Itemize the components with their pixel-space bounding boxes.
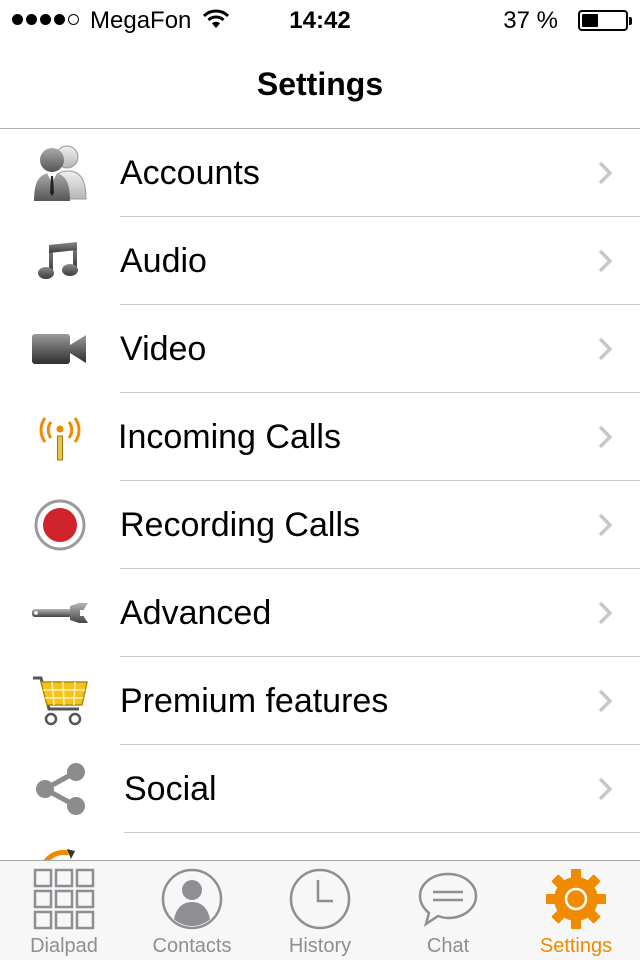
chevron-right-icon	[598, 337, 613, 366]
tab-label: History	[288, 935, 352, 957]
settings-item-label: Recording Calls	[120, 506, 360, 544]
chevron-right-icon	[598, 601, 613, 630]
video-camera-icon	[22, 319, 98, 379]
settings-item-audio[interactable]: Audio	[0, 217, 640, 305]
history-clock-icon	[287, 867, 353, 931]
settings-item-accounts[interactable]: Accounts	[0, 129, 640, 217]
settings-item-video[interactable]: Video	[0, 305, 640, 393]
chat-bubble-icon	[415, 867, 481, 931]
tab-dialpad[interactable]: Dialpad	[0, 861, 128, 960]
tab-history[interactable]: History	[256, 861, 384, 960]
music-note-icon	[22, 231, 98, 291]
settings-item-partial[interactable]	[0, 833, 640, 860]
tab-label: Chat	[426, 935, 470, 957]
settings-item-label: Video	[120, 330, 207, 368]
settings-item-label: Premium features	[120, 682, 389, 720]
accounts-icon	[22, 143, 98, 203]
chevron-right-icon	[598, 161, 613, 190]
settings-item-label: Social	[124, 770, 217, 808]
chevron-right-icon	[598, 425, 613, 454]
wrench-icon	[22, 583, 98, 643]
tab-label: Settings	[539, 935, 613, 957]
settings-item-recording-calls[interactable]: Recording Calls	[0, 481, 640, 569]
tab-settings[interactable]: Settings	[512, 861, 640, 960]
settings-list[interactable]: Accounts Audio Video Incoming Calls Reco…	[0, 129, 640, 860]
record-icon	[22, 495, 98, 555]
settings-item-social[interactable]: Social	[0, 745, 640, 833]
status-bar: MegaFon 14:42 37 %	[0, 0, 640, 40]
partial-row-icon	[22, 847, 98, 860]
share-icon	[22, 759, 98, 819]
settings-item-incoming-calls[interactable]: Incoming Calls	[0, 393, 640, 481]
settings-item-advanced[interactable]: Advanced	[0, 569, 640, 657]
tab-label: Contacts	[152, 935, 232, 957]
tab-label: Dialpad	[30, 935, 98, 957]
tab-contacts[interactable]: Contacts	[128, 861, 256, 960]
page-title: Settings	[256, 66, 384, 102]
dialpad-icon	[31, 867, 97, 931]
settings-item-label: Advanced	[120, 594, 272, 632]
tab-chat[interactable]: Chat	[384, 861, 512, 960]
antenna-icon	[22, 407, 98, 467]
cart-icon	[22, 671, 98, 731]
settings-item-label: Accounts	[120, 154, 260, 192]
settings-item-premium-features[interactable]: Premium features	[0, 657, 640, 745]
tab-bar: Dialpad Contacts History Chat Settings	[0, 860, 640, 960]
settings-item-label: Incoming Calls	[118, 418, 341, 456]
battery-icon	[578, 10, 632, 31]
contacts-icon	[159, 867, 225, 931]
chevron-right-icon	[598, 689, 613, 718]
settings-gear-icon	[543, 867, 609, 931]
settings-item-label: Audio	[120, 242, 207, 280]
chevron-right-icon	[598, 249, 613, 278]
navigation-bar: Settings	[0, 40, 640, 129]
chevron-right-icon	[598, 513, 613, 542]
battery-percentage: 37 %	[503, 7, 558, 34]
chevron-right-icon	[598, 777, 613, 806]
